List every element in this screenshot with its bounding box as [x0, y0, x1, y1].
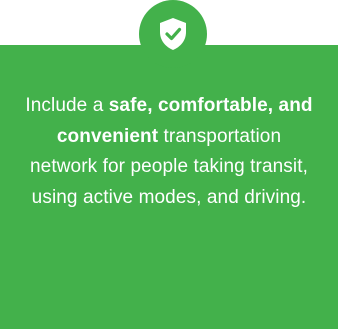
statement-part-1: Include a [25, 95, 109, 116]
shield-badge [139, 0, 207, 68]
goal-statement: Include a safe, comfortable, and conveni… [24, 91, 314, 213]
shield-check-icon [158, 17, 188, 51]
